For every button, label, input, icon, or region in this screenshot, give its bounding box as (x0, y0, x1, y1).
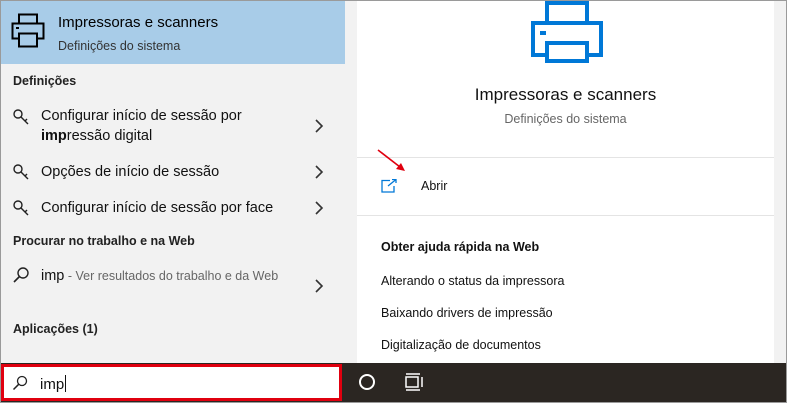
results-pane: Impressoras e scanners Definições do sis… (1, 1, 345, 363)
settings-item-signin-options[interactable]: Opções de início de sessão (1, 161, 345, 185)
open-icon (381, 179, 397, 193)
web-section-heading: Procurar no trabalho e na Web (13, 234, 195, 248)
settings-item-label: Configurar início de sessão por impressã… (41, 108, 242, 144)
cortana-circle-icon[interactable] (358, 373, 376, 391)
best-match-item[interactable]: Impressoras e scanners Definições do sis… (1, 1, 345, 64)
help-link[interactable]: Alterando o status da impressora (381, 274, 564, 288)
best-match-title: Impressoras e scanners (58, 14, 219, 31)
key-icon (13, 200, 29, 216)
settings-section-heading: Definições (13, 74, 77, 88)
search-icon (13, 267, 29, 283)
chevron-right-icon (315, 201, 324, 215)
settings-item-fingerprint[interactable]: Configurar início de sessão por impressã… (1, 105, 345, 147)
chevron-right-icon (315, 279, 324, 293)
web-search-item[interactable]: imp - Ver resultados do trabalho e da We… (1, 265, 345, 309)
detail-card: Impressoras e scanners Definições do sis… (357, 1, 774, 363)
divider (357, 157, 774, 158)
detail-subtitle: Definições do sistema (504, 112, 627, 126)
best-match-subtitle: Definições do sistema (58, 39, 181, 53)
printer-icon (531, 1, 603, 63)
search-value: imp (40, 375, 67, 393)
open-action[interactable]: Abrir (381, 177, 581, 199)
chevron-right-icon (315, 119, 324, 133)
help-link[interactable]: Baixando drivers de impressão (381, 306, 553, 320)
detail-title: Impressoras e scanners (474, 85, 657, 104)
key-icon (13, 109, 29, 125)
web-search-query: imp (41, 268, 65, 284)
apps-section-heading[interactable]: Aplicações (1) (13, 322, 98, 336)
divider (357, 215, 774, 216)
printer-icon (11, 13, 45, 48)
settings-item-face[interactable]: Configurar início de sessão por face (1, 197, 345, 221)
open-label: Abrir (421, 179, 448, 193)
search-input[interactable]: imp (1, 364, 342, 401)
help-heading: Obter ajuda rápida na Web (381, 240, 540, 254)
settings-item-label: Opções de início de sessão (41, 164, 220, 180)
task-view-icon[interactable] (405, 373, 425, 391)
annotation-arrow-icon (377, 149, 405, 171)
key-icon (13, 164, 29, 180)
chevron-right-icon (315, 165, 324, 179)
settings-item-label: Configurar início de sessão por face (41, 200, 274, 216)
detail-pane: Impressoras e scanners Definições do sis… (345, 1, 786, 363)
web-search-description: - Ver resultados do trabalho e da Web (64, 269, 279, 283)
help-link[interactable]: Digitalização de documentos (381, 338, 541, 352)
search-icon (12, 375, 28, 391)
web-search-label: imp - Ver resultados do trabalho e da We… (41, 265, 311, 287)
